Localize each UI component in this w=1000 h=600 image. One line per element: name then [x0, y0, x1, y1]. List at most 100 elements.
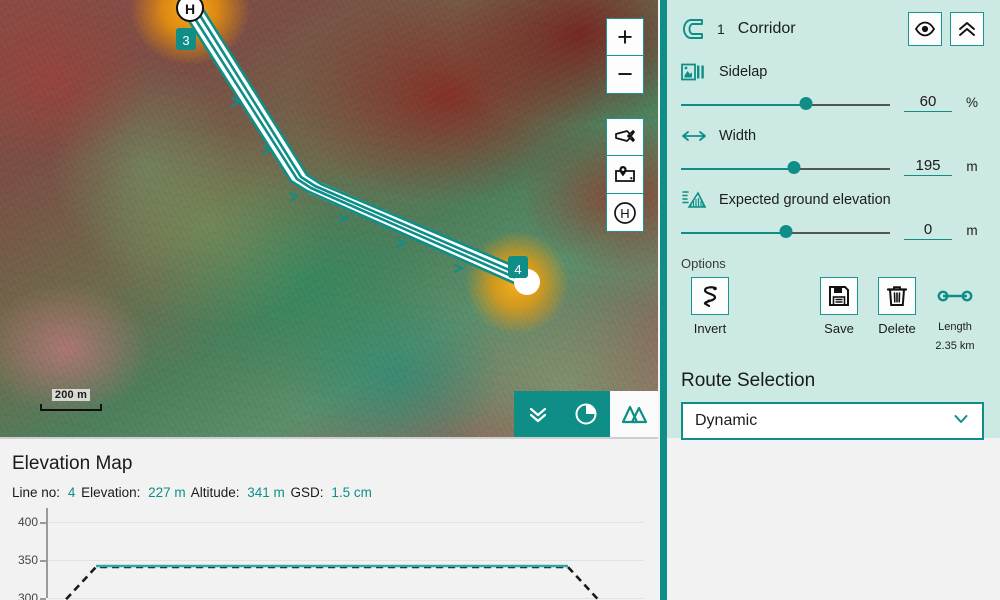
width-field-header: Width: [681, 124, 984, 148]
scale-bar-line: [40, 404, 102, 411]
ground-elevation-slider-fill: [681, 231, 786, 234]
svg-text:H: H: [620, 206, 629, 221]
ground-elevation-field: Expected ground elevation 0 m: [681, 188, 984, 240]
length-measure-icon: [936, 277, 974, 315]
gsd-value: 1.5 cm: [331, 485, 372, 500]
width-slider-thumb[interactable]: [787, 160, 801, 174]
corridor-settings-panel: 1 Corridor Sidelap 60 % Width 195 m Expe…: [660, 0, 1000, 600]
width-unit: m: [966, 159, 978, 174]
flight-path-overlay: H 3 4: [130, 0, 569, 335]
corridor-icon: [683, 19, 703, 39]
elevation-label: Elevation:: [81, 485, 141, 500]
width-slider[interactable]: [681, 159, 890, 175]
svg-text:4: 4: [514, 262, 521, 277]
panel-empty-area: [660, 438, 1000, 600]
eye-icon: [914, 21, 936, 37]
sidelap-value[interactable]: 60: [904, 93, 952, 112]
chevron-down-icon: [952, 410, 970, 433]
map-tool-controls: H: [606, 118, 644, 232]
options-label: Options: [681, 256, 726, 271]
map-zoom-controls: + −: [606, 18, 644, 94]
corridor-card: 1 Corridor Sidelap 60 % Width 195 m Expe…: [660, 0, 1000, 441]
length-label: Length: [938, 321, 972, 333]
sidelap-slider[interactable]: [681, 95, 890, 111]
y-axis-label-400: 400: [17, 515, 38, 529]
statistics-button[interactable]: [562, 391, 610, 437]
line-no-value: 4: [67, 485, 76, 500]
invert-button[interactable]: Invert: [681, 277, 739, 336]
svg-text:3: 3: [182, 33, 189, 48]
line-no-label: Line no:: [12, 485, 61, 500]
ground-elevation-control-row: 0 m: [681, 221, 984, 240]
elevation-map-title: Elevation Map: [12, 453, 133, 474]
sidelap-field: Sidelap 60 %: [681, 60, 984, 112]
corridor-header: 1 Corridor: [681, 10, 984, 48]
corridor-title: Corridor: [737, 20, 796, 37]
collapse-panel-button[interactable]: [514, 391, 562, 437]
pie-chart-icon: [575, 403, 597, 425]
delete-label: Delete: [878, 321, 916, 336]
invert-label: Invert: [693, 321, 727, 336]
ground-elevation-slider[interactable]: [681, 223, 890, 239]
invert-route-icon: [691, 277, 729, 315]
save-label: Save: [824, 321, 854, 336]
home-point-button[interactable]: H: [606, 194, 644, 232]
horizontal-arrows-icon: [681, 128, 709, 144]
altitude-label: Altitude:: [190, 485, 240, 500]
ground-elevation-unit: m: [966, 223, 978, 238]
sidelap-unit: %: [965, 95, 978, 110]
corridor-number: 1: [717, 21, 725, 37]
length-readout: Length 2.35 km: [926, 277, 984, 352]
ground-elevation-field-header: Expected ground elevation: [681, 188, 984, 212]
ground-elevation-label: Expected ground elevation: [719, 192, 891, 208]
y-axis-label-350: 350: [17, 553, 38, 567]
minus-icon: −: [617, 59, 633, 89]
ground-elevation-value[interactable]: 0: [904, 221, 952, 240]
width-field: Width 195 m: [681, 124, 984, 176]
plus-icon: +: [617, 21, 633, 52]
gsd-label: GSD:: [290, 485, 324, 500]
drone-icon: [615, 130, 635, 142]
corridor-header-actions: [908, 12, 984, 46]
zoom-out-button[interactable]: −: [606, 56, 644, 94]
map-view[interactable]: H 3 4 + − H 200 m: [0, 0, 658, 437]
zoom-in-button[interactable]: +: [606, 18, 644, 56]
waypoint-map-button[interactable]: [606, 156, 644, 194]
elevation-value: 227 m: [148, 485, 186, 500]
length-value: 2.35 km: [935, 339, 975, 352]
y-tick-300: [40, 598, 46, 600]
drone-mission-planner: H 3 4 + − H 200 m Elevation Map Line no:…: [0, 0, 1000, 600]
svg-text:H: H: [185, 1, 195, 17]
collapse-corridor-button[interactable]: [950, 12, 984, 46]
double-chevron-down-icon: [529, 407, 547, 423]
map-pin-icon: [615, 165, 635, 182]
route-selection-title: Route Selection: [681, 370, 816, 392]
scale-bar-label: 200 m: [51, 389, 91, 401]
sidelap-slider-fill: [681, 103, 807, 106]
mountains-icon: [621, 405, 648, 424]
y-axis-label-300: 300: [17, 591, 38, 600]
visibility-toggle-button[interactable]: [908, 12, 942, 46]
map-bottom-toolbar: [514, 391, 658, 437]
width-value[interactable]: 195: [904, 157, 952, 176]
map-scale-bar: 200 m: [40, 385, 102, 411]
elevation-chart: 400 350 300: [12, 508, 658, 600]
ground-elevation-slider-thumb[interactable]: [779, 224, 792, 238]
drone-button[interactable]: [606, 118, 644, 156]
altitude-value: 341 m: [247, 485, 285, 500]
width-slider-fill: [681, 167, 794, 170]
y-tick-400: [40, 522, 46, 524]
route-selection-dropdown[interactable]: Dynamic: [681, 402, 984, 441]
sidelap-control-row: 60 %: [681, 93, 984, 112]
save-button[interactable]: Save: [810, 277, 868, 336]
elevation-map-panel: Elevation Map Line no: 4 Elevation: 227 …: [0, 437, 658, 600]
sidelap-label: Sidelap: [719, 64, 768, 80]
sidelap-field-header: Sidelap: [681, 60, 984, 84]
trash-can-icon: [878, 277, 916, 315]
sidelap-slider-thumb[interactable]: [799, 96, 813, 110]
delete-button[interactable]: Delete: [868, 277, 926, 336]
elevation-map-button[interactable]: [610, 391, 658, 437]
terrain-slope-icon: [681, 189, 709, 211]
floppy-disk-icon: [820, 277, 858, 315]
route-selection-value: Dynamic: [695, 412, 758, 430]
